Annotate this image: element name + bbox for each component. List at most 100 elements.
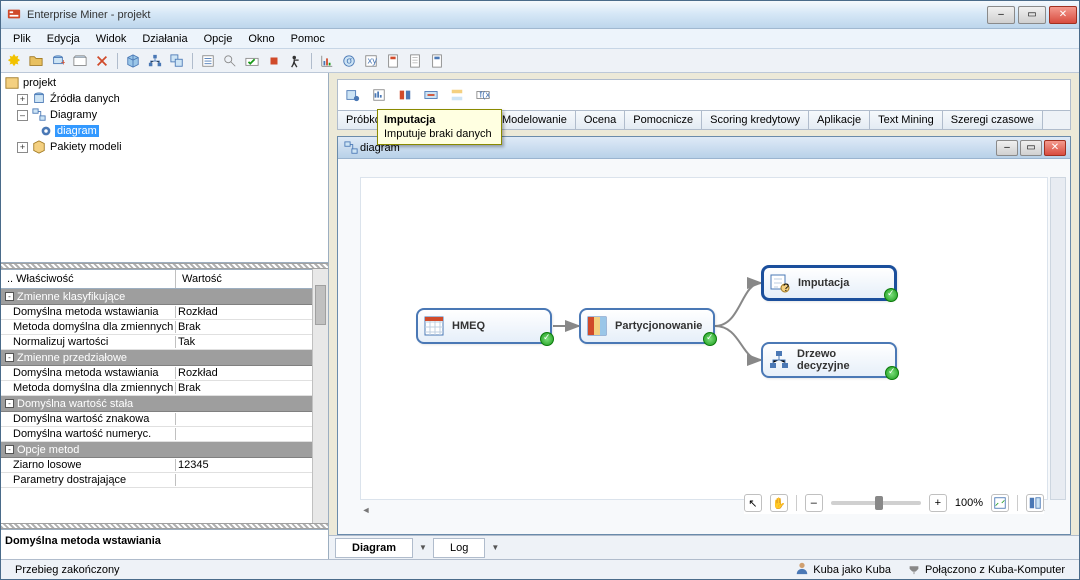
cylinder-icon xyxy=(32,92,46,106)
bottom-tab-diagram[interactable]: Diagram xyxy=(335,538,413,558)
bottom-tab-log[interactable]: Log xyxy=(433,538,485,558)
property-row[interactable]: Domyślna wartość numeryc. xyxy=(1,427,328,442)
menu-pomoc[interactable]: Pomoc xyxy=(283,31,333,47)
variable-icon[interactable]: xy xyxy=(362,52,380,70)
run-icon[interactable] xyxy=(287,52,305,70)
folder-icon[interactable] xyxy=(27,52,45,70)
window-icon[interactable] xyxy=(168,52,186,70)
minimize-button[interactable]: – xyxy=(987,6,1015,24)
tree-mp-label: Pakiety modeli xyxy=(48,141,124,153)
zoom-in-icon[interactable]: + xyxy=(929,494,947,512)
tree-icon[interactable] xyxy=(146,52,164,70)
tree-diagrams[interactable]: – Diagramy xyxy=(3,107,326,123)
palette-btn-5[interactable] xyxy=(446,84,468,106)
svg-text:f(x): f(x) xyxy=(480,90,491,101)
open-icon[interactable] xyxy=(71,52,89,70)
property-group[interactable]: -Domyślna wartość stała xyxy=(1,396,328,412)
overview-icon[interactable] xyxy=(1026,494,1044,512)
scrollbar[interactable] xyxy=(312,269,328,523)
pointer-icon[interactable]: ↖ xyxy=(744,494,762,512)
titlebar[interactable]: Enterprise Miner - projekt – ▭ ✕ xyxy=(1,1,1079,29)
explore-icon[interactable]: σ xyxy=(340,52,358,70)
node-hmeq[interactable]: HMEQ xyxy=(416,308,552,344)
help-title: Domyślna metoda wstawiania xyxy=(5,535,161,547)
tab-pomocnicze[interactable]: Pomocnicze xyxy=(625,111,702,129)
property-sheet[interactable]: .. Właściwość Wartość -Zmienne klasyfiku… xyxy=(1,269,328,523)
dropdown-icon[interactable]: ▼ xyxy=(491,543,499,552)
property-row[interactable]: Domyślna wartość znakowa xyxy=(1,412,328,427)
property-row[interactable]: Metoda domyślna dla zmiennychBrak xyxy=(1,320,328,335)
zoom-slider[interactable] xyxy=(831,501,921,505)
tree-root[interactable]: projekt xyxy=(3,75,326,91)
property-group[interactable]: -Zmienne przedziałowe xyxy=(1,350,328,366)
palette-btn-1[interactable] xyxy=(342,84,364,106)
node-imputation[interactable]: ? Imputacja xyxy=(761,265,897,301)
pan-icon[interactable]: ✋ xyxy=(770,494,788,512)
palette-btn-6[interactable]: f(x) xyxy=(472,84,494,106)
stop-icon[interactable] xyxy=(265,52,283,70)
diagram-canvas[interactable]: HMEQ Partycjonowanie ? Imputacja xyxy=(360,177,1048,500)
maximize-button[interactable]: ▭ xyxy=(1018,6,1046,24)
palette-btn-4[interactable] xyxy=(420,84,442,106)
menu-edycja[interactable]: Edycja xyxy=(39,31,88,47)
palette-btn-2[interactable] xyxy=(368,84,390,106)
status-user: Kuba jako Kuba xyxy=(787,561,899,578)
status-ok-icon xyxy=(885,366,899,380)
doc-white-icon[interactable] xyxy=(406,52,424,70)
chart-icon[interactable] xyxy=(318,52,336,70)
menu-plik[interactable]: Plik xyxy=(5,31,39,47)
add-ds-icon[interactable]: + xyxy=(49,52,67,70)
svg-text:+: + xyxy=(61,57,65,68)
tree-diagram-item[interactable]: diagram xyxy=(3,123,326,139)
property-row[interactable]: Metoda domyślna dla zmiennychBrak xyxy=(1,381,328,396)
property-help: Domyślna metoda wstawiania xyxy=(1,529,328,559)
tab-modelowanie[interactable]: Modelowanie xyxy=(494,111,576,129)
property-row[interactable]: Domyślna metoda wstawianiaRozkład xyxy=(1,305,328,320)
node-decision-tree[interactable]: Drzewo decyzyjne xyxy=(761,342,897,378)
tab-aplikacje[interactable]: Aplikacje xyxy=(809,111,870,129)
tab-probkowanie[interactable]: Próbkowanie xyxy=(338,111,380,129)
property-group[interactable]: -Opcje metod xyxy=(1,442,328,458)
expand-icon[interactable]: + xyxy=(17,94,28,105)
search-icon[interactable] xyxy=(221,52,239,70)
property-row[interactable]: Domyślna metoda wstawianiaRozkład xyxy=(1,366,328,381)
separator xyxy=(192,53,193,69)
tab-textmining[interactable]: Text Mining xyxy=(870,111,943,129)
tab-szeregi[interactable]: Szeregi czasowe xyxy=(943,111,1043,129)
tab-scoring[interactable]: Scoring kredytowy xyxy=(702,111,809,129)
doc-red-icon[interactable] xyxy=(384,52,402,70)
menu-dzialania[interactable]: Działania xyxy=(134,31,195,47)
canvas-scrollbar-v[interactable] xyxy=(1050,177,1066,500)
zoom-fit-icon[interactable] xyxy=(991,494,1009,512)
menu-okno[interactable]: Okno xyxy=(240,31,282,47)
property-row[interactable]: Parametry dostrajające xyxy=(1,473,328,488)
tree-model-packages[interactable]: + Pakiety modeli xyxy=(3,139,326,155)
cube-icon[interactable] xyxy=(124,52,142,70)
property-row[interactable]: Ziarno losowe12345 xyxy=(1,458,328,473)
delete-icon[interactable] xyxy=(93,52,111,70)
diagram-canvas-wrap: HMEQ Partycjonowanie ? Imputacja xyxy=(338,159,1070,534)
scroll-left-icon[interactable]: ◄ xyxy=(360,504,372,516)
inner-close-button[interactable]: ✕ xyxy=(1044,140,1066,156)
dropdown-icon[interactable]: ▼ xyxy=(419,543,427,552)
property-group[interactable]: -Zmienne klasyfikujące xyxy=(1,289,328,305)
zoom-out-icon[interactable]: – xyxy=(805,494,823,512)
menu-opcje[interactable]: Opcje xyxy=(196,31,241,47)
list-icon[interactable] xyxy=(199,52,217,70)
doc-blue-icon[interactable] xyxy=(428,52,446,70)
expand-icon[interactable]: + xyxy=(17,142,28,153)
inner-maximize-button[interactable]: ▭ xyxy=(1020,140,1042,156)
collapse-icon[interactable]: – xyxy=(17,110,28,121)
close-button[interactable]: ✕ xyxy=(1049,6,1077,24)
menu-widok[interactable]: Widok xyxy=(88,31,135,47)
node-partition[interactable]: Partycjonowanie xyxy=(579,308,715,344)
project-tree[interactable]: projekt + Źródła danych – Diagramy diagr… xyxy=(1,73,328,263)
tree-data-sources[interactable]: + Źródła danych xyxy=(3,91,326,107)
palette-btn-3[interactable] xyxy=(394,84,416,106)
node-hmeq-label: HMEQ xyxy=(452,320,546,332)
property-row[interactable]: Normalizuj wartościTak xyxy=(1,335,328,350)
check-icon[interactable] xyxy=(243,52,261,70)
inner-minimize-button[interactable]: – xyxy=(996,140,1018,156)
new-icon[interactable] xyxy=(5,52,23,70)
tab-ocena[interactable]: Ocena xyxy=(576,111,625,129)
